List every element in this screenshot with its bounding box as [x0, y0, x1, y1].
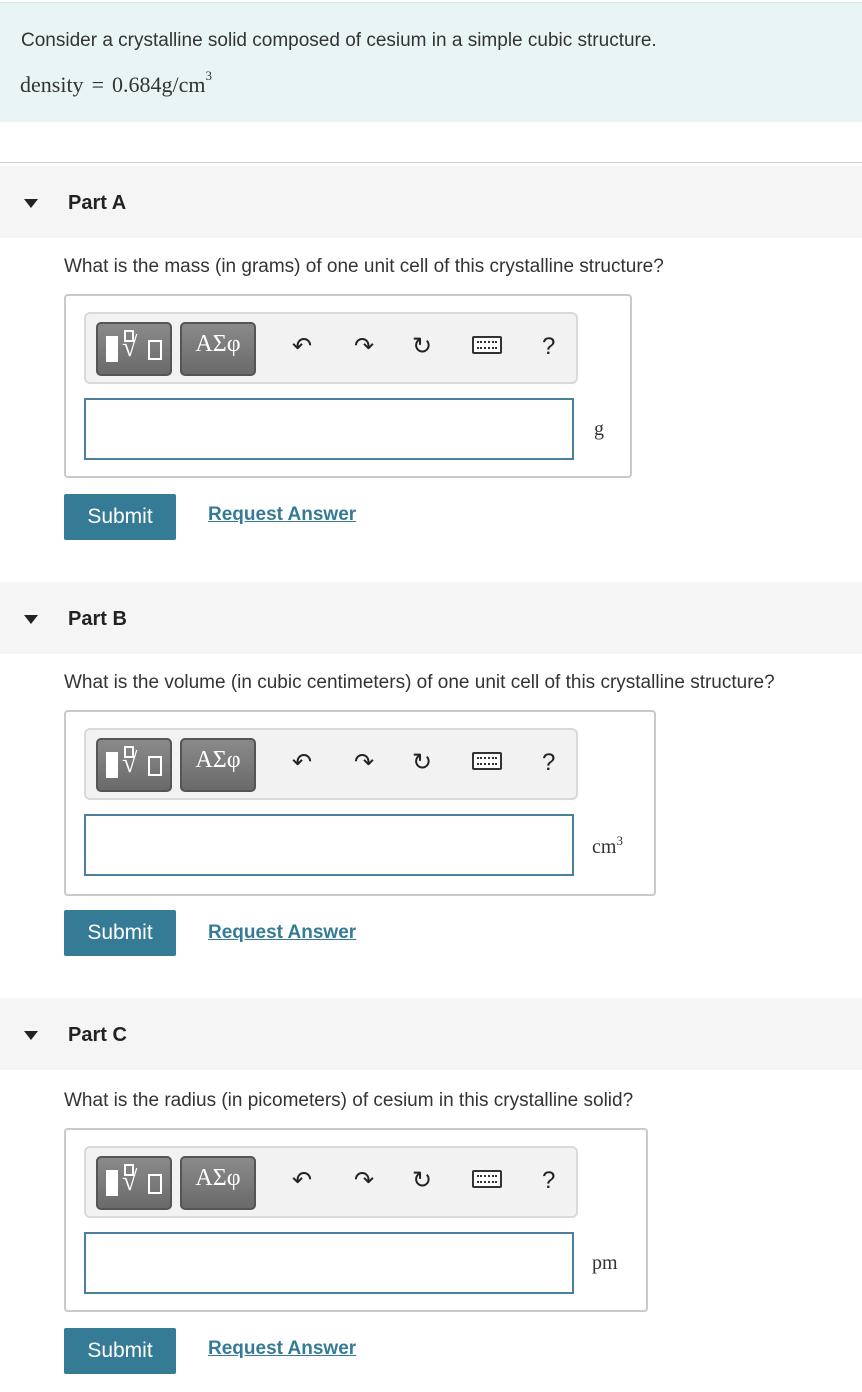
answer-input[interactable] — [84, 1232, 574, 1294]
keyboard-icon[interactable] — [472, 1170, 502, 1188]
square-icon — [148, 1174, 162, 1194]
reset-icon[interactable]: ↻ — [412, 332, 432, 362]
request-answer-link[interactable]: Request Answer — [208, 504, 356, 526]
reset-icon[interactable]: ↻ — [412, 1166, 432, 1196]
formula-rhs: 0.684g/cm — [111, 72, 206, 97]
redo-icon[interactable]: ↷ — [354, 748, 374, 778]
help-button[interactable]: ? — [542, 332, 555, 362]
density-formula: density = 0.684g/cm3 — [20, 68, 212, 98]
redo-icon[interactable]: ↷ — [354, 332, 374, 362]
greek-symbols-button[interactable]: ΑΣφ — [180, 1156, 256, 1210]
part-a-title: Part A — [68, 192, 127, 214]
answer-input[interactable] — [84, 398, 574, 460]
undo-icon[interactable]: ↶ — [292, 748, 312, 778]
request-answer-link[interactable]: Request Answer — [208, 1338, 356, 1360]
part-b-question: What is the volume (in cubic centimeters… — [64, 672, 775, 693]
part-b-header[interactable]: Part B — [0, 582, 862, 654]
square-icon — [148, 756, 162, 776]
templates-button[interactable]: √ — [96, 738, 172, 792]
templates-button[interactable]: √ — [96, 322, 172, 376]
unit-label: pm — [592, 1252, 618, 1274]
square-icon — [148, 340, 162, 360]
math-toolbar: √ ΑΣφ ↶ ↷ ↻ ? — [84, 1146, 578, 1218]
intro-text: Consider a crystalline solid composed of… — [21, 30, 657, 51]
formula-sup: 3 — [205, 68, 212, 83]
answer-input[interactable] — [84, 814, 574, 876]
request-answer-link[interactable]: Request Answer — [208, 922, 356, 944]
undo-icon[interactable]: ↶ — [292, 332, 312, 362]
part-c-answer-box: √ ΑΣφ ↶ ↷ ↻ ? pm — [64, 1128, 648, 1312]
unit-label: cm3 — [592, 833, 623, 858]
reset-icon[interactable]: ↻ — [412, 748, 432, 778]
help-button[interactable]: ? — [542, 1166, 555, 1196]
part-b-title: Part B — [68, 608, 127, 630]
part-a-question: What is the mass (in grams) of one unit … — [64, 256, 664, 277]
part-a-header[interactable]: Part A — [0, 166, 862, 238]
keyboard-icon[interactable] — [472, 336, 502, 354]
formula-lhs: density — [20, 72, 84, 97]
templates-button[interactable]: √ — [96, 1156, 172, 1210]
collapse-caret-icon[interactable] — [24, 1031, 38, 1040]
part-c-title: Part C — [68, 1024, 127, 1046]
keyboard-icon[interactable] — [472, 752, 502, 770]
cursor-block-icon — [106, 752, 118, 778]
submit-button[interactable]: Submit — [64, 1328, 176, 1374]
collapse-caret-icon[interactable] — [24, 615, 38, 624]
redo-icon[interactable]: ↷ — [354, 1166, 374, 1196]
problem-intro: Consider a crystalline solid composed of… — [0, 2, 862, 122]
help-button[interactable]: ? — [542, 748, 555, 778]
collapse-caret-icon[interactable] — [24, 199, 38, 208]
submit-button[interactable]: Submit — [64, 494, 176, 540]
placeholder-box-icon — [124, 330, 134, 342]
math-toolbar: √ ΑΣφ ↶ ↷ ↻ ? — [84, 312, 578, 384]
submit-button[interactable]: Submit — [64, 910, 176, 956]
cursor-block-icon — [106, 1170, 118, 1196]
placeholder-box-icon — [124, 1164, 134, 1176]
part-a-answer-box: √ ΑΣφ ↶ ↷ ↻ ? g — [64, 294, 632, 478]
greek-symbols-button[interactable]: ΑΣφ — [180, 322, 256, 376]
math-toolbar: √ ΑΣφ ↶ ↷ ↻ ? — [84, 728, 578, 800]
placeholder-box-icon — [124, 746, 134, 758]
greek-symbols-button[interactable]: ΑΣφ — [180, 738, 256, 792]
cursor-block-icon — [106, 336, 118, 362]
formula-op: = — [91, 72, 104, 97]
undo-icon[interactable]: ↶ — [292, 1166, 312, 1196]
section-divider — [0, 162, 862, 163]
part-c-question: What is the radius (in picometers) of ce… — [64, 1090, 634, 1111]
unit-label: g — [594, 418, 604, 440]
part-b-answer-box: √ ΑΣφ ↶ ↷ ↻ ? cm3 — [64, 710, 656, 896]
part-c-header[interactable]: Part C — [0, 998, 862, 1070]
